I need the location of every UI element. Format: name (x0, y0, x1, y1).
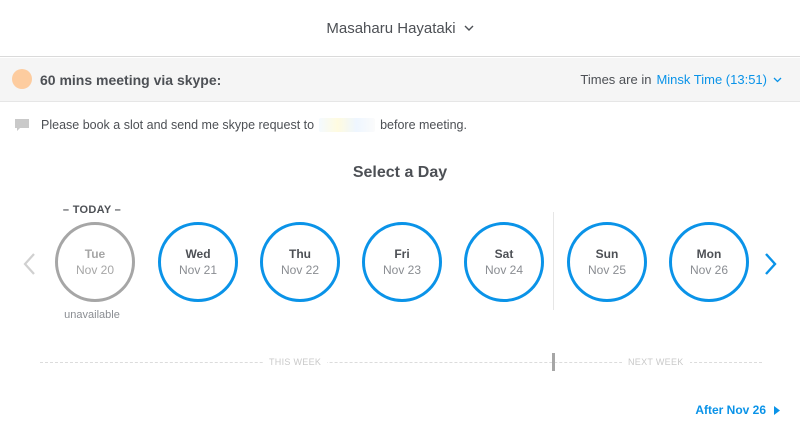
note-text-after: before meeting. (380, 118, 467, 132)
header: Masaharu Hayataki (0, 0, 800, 57)
unavailable-label: unavailable (64, 309, 120, 321)
triangle-right-icon (774, 405, 780, 415)
day-name: Sun (595, 247, 619, 261)
day-name: Tue (84, 247, 106, 261)
week-divider (553, 212, 554, 310)
this-week-label: THIS WEEK (263, 357, 328, 367)
day-name: Mon (696, 247, 722, 261)
day-date: Nov 26 (689, 263, 729, 277)
day-date: Nov 23 (382, 263, 422, 277)
week-marker (552, 353, 555, 371)
day-name: Thu (289, 247, 311, 261)
redacted-contact (319, 118, 376, 132)
speech-bubble-icon (15, 119, 29, 131)
event-color-dot (12, 69, 32, 89)
day-date: Nov 21 (178, 263, 218, 277)
event-note: Please book a slot and send me skype req… (14, 118, 467, 132)
day-date: Nov 20 (75, 263, 115, 277)
day-date: Nov 25 (587, 263, 627, 277)
day-sun[interactable]: Sun Nov 25 (567, 222, 647, 302)
user-menu[interactable]: Masaharu Hayataki (326, 19, 474, 37)
chevron-down-icon[interactable] (773, 77, 782, 83)
day-name: Wed (185, 247, 211, 261)
day-date: Nov 22 (280, 263, 320, 277)
note-text-before: Please book a slot and send me skype req… (41, 118, 315, 132)
event-title: 60 mins meeting via skype: (40, 71, 222, 88)
user-name: Masaharu Hayataki (326, 19, 456, 37)
chevron-down-icon (464, 25, 474, 31)
timezone-link[interactable]: Minsk Time (13:51) (656, 72, 767, 87)
chevron-left-icon[interactable] (20, 250, 40, 278)
day-sat[interactable]: Sat Nov 24 (464, 222, 544, 302)
day-mon[interactable]: Mon Nov 26 (669, 222, 749, 302)
day-name: Fri (394, 247, 410, 261)
day-thu[interactable]: Thu Nov 22 (260, 222, 340, 302)
today-label: – TODAY – (62, 204, 122, 216)
day-tue: Tue Nov 20 (55, 222, 135, 302)
page-title: Select a Day (352, 164, 448, 181)
next-week-label: NEXT WEEK (622, 357, 690, 367)
day-fri[interactable]: Fri Nov 23 (362, 222, 442, 302)
next-days-link[interactable]: After Nov 26 (695, 403, 780, 417)
next-days-label: After Nov 26 (695, 403, 766, 417)
chevron-right-icon[interactable] (760, 250, 780, 278)
event-bar: 60 mins meeting via skype: Times are in … (0, 58, 800, 102)
timezone-selector: Times are in Minsk Time (13:51) (580, 72, 782, 87)
day-wed[interactable]: Wed Nov 21 (158, 222, 238, 302)
day-date: Nov 24 (484, 263, 524, 277)
day-name: Sat (494, 247, 514, 261)
timezone-prefix: Times are in (580, 72, 652, 87)
